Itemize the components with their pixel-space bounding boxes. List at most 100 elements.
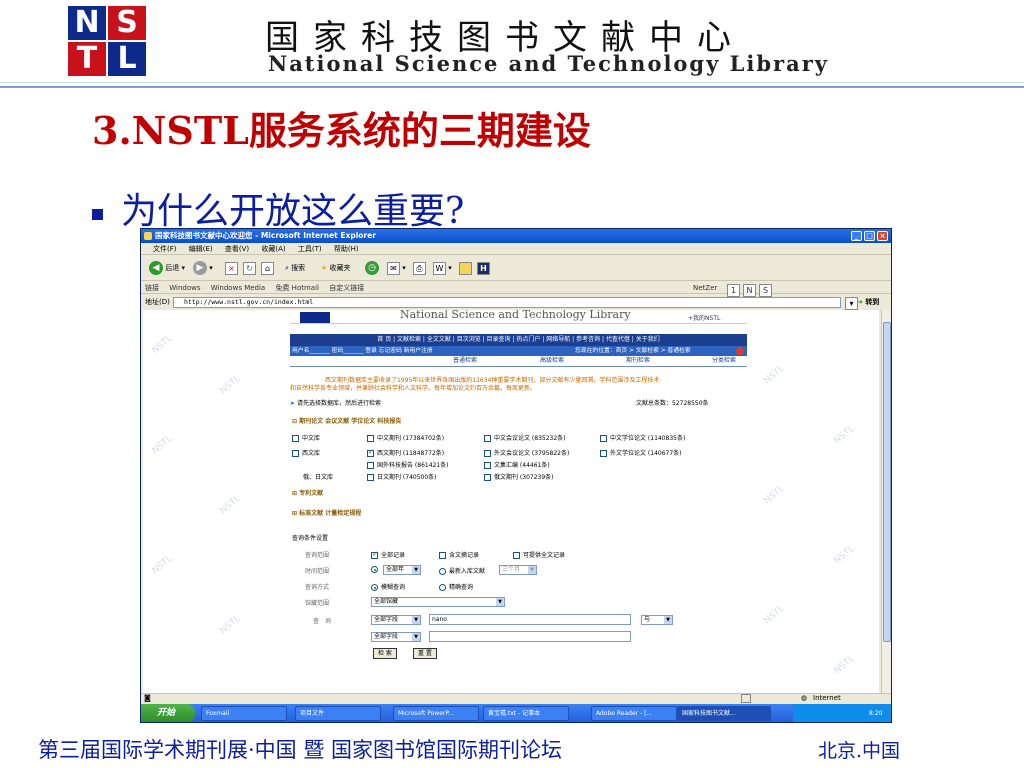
messenger-button[interactable] bbox=[459, 261, 472, 276]
task-notepad[interactable]: 黄宝禧.txt - 记事本 bbox=[483, 706, 569, 721]
home-button[interactable]: ⌂ bbox=[261, 261, 274, 276]
radio-selected[interactable] bbox=[371, 584, 378, 591]
scope-abstract[interactable]: 含文摘记录 bbox=[439, 550, 479, 559]
scope-all[interactable]: 全部记录 bbox=[371, 550, 405, 559]
tab-basic-search[interactable]: 普通检索 bbox=[453, 356, 477, 366]
radio[interactable] bbox=[439, 584, 446, 591]
db-proceedings[interactable]: 文集汇编 (44461条) bbox=[484, 460, 550, 469]
link-windows[interactable]: Windows bbox=[169, 284, 200, 292]
tab-category-search[interactable]: 分类检索 bbox=[712, 356, 736, 366]
time-all-radio[interactable] bbox=[371, 566, 381, 573]
checkbox[interactable] bbox=[484, 462, 491, 469]
patent-group[interactable]: ⊞ 专利文献 bbox=[292, 488, 323, 497]
help-icon[interactable] bbox=[736, 347, 744, 355]
db-chinese-journal[interactable]: 中文期刊 (17384702条) bbox=[367, 433, 444, 442]
holding-select[interactable]: 全部馆藏 ▼ bbox=[371, 597, 505, 607]
checkbox-checked[interactable] bbox=[371, 550, 378, 559]
site-nav[interactable]: 首 页 | 文献检索 | 全文文献 | 目次浏览 | 目录查询 | 热点门户 |… bbox=[290, 334, 747, 346]
print-button[interactable]: ⎙ bbox=[413, 261, 426, 276]
reset-button[interactable]: 重 置 bbox=[413, 648, 437, 659]
db-foreign-conference[interactable]: 外文会议论文 (3795822条) bbox=[484, 448, 569, 457]
go-button[interactable]: ➜ 转到 bbox=[857, 296, 879, 308]
history-button[interactable]: ◷ bbox=[365, 261, 379, 276]
checkbox[interactable] bbox=[600, 450, 607, 457]
db-chinese-conference[interactable]: 中文会议论文 (835232条) bbox=[484, 433, 566, 442]
watermark: NSTL bbox=[218, 373, 243, 397]
refresh-button[interactable]: ↻ bbox=[243, 261, 256, 276]
db-foreign-thesis[interactable]: 外文学位论文 (140677条) bbox=[600, 448, 682, 457]
link-windows-media[interactable]: Windows Media bbox=[211, 284, 266, 292]
standard-group[interactable]: ⊞ 标准文献 计量检定规程 bbox=[292, 508, 361, 517]
checkbox[interactable] bbox=[367, 474, 374, 481]
logic-select[interactable]: 与 ▼ bbox=[641, 615, 673, 625]
scroll-thumb[interactable] bbox=[883, 322, 891, 642]
scope-fulltext[interactable]: 可提供全文记录 bbox=[513, 550, 565, 559]
checkbox[interactable] bbox=[600, 435, 607, 442]
login-fields[interactable]: 用户名_______ 密码_______ 登录 忘记密码 新用户注册 bbox=[292, 348, 433, 354]
menu-edit[interactable]: 编辑(E) bbox=[189, 245, 213, 253]
menu-tools[interactable]: 工具(T) bbox=[298, 245, 322, 253]
menu-view[interactable]: 查看(V) bbox=[225, 245, 249, 253]
minimize-icon[interactable]: _ bbox=[851, 231, 862, 241]
menu-help[interactable]: 帮助(H) bbox=[334, 245, 359, 253]
stop-button[interactable]: × bbox=[225, 261, 238, 276]
task-project-files[interactable]: 项目文件 bbox=[295, 706, 381, 721]
task-adobe-reader[interactable]: Adobe Reader - [... bbox=[591, 706, 677, 721]
menu-file[interactable]: 文件(F) bbox=[153, 245, 177, 253]
tab-journal-search[interactable]: 期刊检索 bbox=[626, 356, 650, 366]
my-nstl-link[interactable]: +我的NSTL bbox=[688, 313, 720, 322]
search-term-input-2[interactable] bbox=[429, 631, 631, 642]
back-button[interactable]: ◀ 后退 ▾ bbox=[149, 261, 185, 276]
checkbox[interactable] bbox=[513, 552, 520, 559]
db-japanese-journal[interactable]: 日文期刊 (740500条) bbox=[367, 472, 437, 481]
checkbox[interactable] bbox=[484, 474, 491, 481]
mode-fuzzy[interactable]: 模糊查询 bbox=[371, 582, 405, 591]
radio[interactable] bbox=[439, 568, 446, 575]
checkbox[interactable] bbox=[484, 435, 491, 442]
radio-selected[interactable] bbox=[371, 566, 378, 573]
tab-advanced-search[interactable]: 高级检索 bbox=[540, 356, 564, 366]
link-custom[interactable]: 自定义链接 bbox=[329, 284, 364, 292]
start-button[interactable]: 开始 bbox=[141, 704, 195, 722]
db-chinese-thesis[interactable]: 中文学位论文 (1140835条) bbox=[600, 433, 685, 442]
time-recent-radio[interactable]: 最新入库文献 bbox=[439, 566, 485, 575]
checkbox[interactable] bbox=[292, 435, 299, 442]
db-row-western-label[interactable]: 西文库 bbox=[292, 448, 320, 457]
checkbox-checked[interactable] bbox=[367, 448, 374, 457]
header-divider bbox=[0, 86, 1024, 88]
field-select-1[interactable]: 全部字段 ▼ bbox=[371, 615, 421, 625]
time-all-select[interactable]: 全部年 ▼ bbox=[383, 565, 421, 575]
checkbox[interactable] bbox=[439, 552, 446, 559]
links-label: 链接 bbox=[145, 284, 159, 292]
db-western-journal[interactable]: 西文期刊 (11848772条) bbox=[367, 448, 444, 457]
favorites-button[interactable]: ★ 收藏夹 bbox=[321, 261, 351, 276]
address-input[interactable]: http://www.nstl.gov.cn/index.html bbox=[173, 297, 841, 308]
address-bar: 地址(D) http://www.nstl.gov.cn/index.html … bbox=[141, 295, 891, 310]
search-term-input-1[interactable]: nano bbox=[429, 614, 631, 625]
checkbox[interactable] bbox=[292, 450, 299, 457]
restore-icon[interactable]: □ bbox=[864, 231, 875, 241]
task-nstl-browser[interactable]: 国家科技图书文献... bbox=[677, 706, 771, 721]
mail-button[interactable]: ✉ ▾ bbox=[387, 261, 406, 276]
checkbox[interactable] bbox=[367, 435, 374, 442]
forward-button[interactable]: ▶ ▾ bbox=[193, 261, 213, 276]
search-button[interactable]: ⌕ 搜索 bbox=[285, 261, 305, 276]
search-button[interactable]: 检 索 bbox=[373, 648, 397, 659]
checkbox[interactable] bbox=[484, 450, 491, 457]
time-recent-select[interactable]: 三个月 ▼ bbox=[499, 565, 537, 575]
db-russian-journal[interactable]: 俄文期刊 (307239条) bbox=[484, 472, 554, 481]
group-title[interactable]: ⊟ 期刊论文 会议文献 学位论文 科技报告 bbox=[292, 416, 401, 425]
link-hotmail[interactable]: 免费 Hotmail bbox=[275, 284, 319, 292]
task-foxmail[interactable]: Foxmail bbox=[201, 706, 287, 721]
mode-exact[interactable]: 精确查询 bbox=[439, 582, 473, 591]
research-button[interactable]: H bbox=[477, 261, 490, 276]
close-icon[interactable]: × bbox=[877, 231, 888, 241]
task-powerpoint[interactable]: Microsoft PowerP... bbox=[393, 706, 479, 721]
db-row-chinese-label[interactable]: 中文库 bbox=[292, 433, 320, 442]
vertical-scrollbar[interactable] bbox=[881, 310, 891, 693]
field-select-2[interactable]: 全部字段 ▼ bbox=[371, 632, 421, 642]
menu-favorites[interactable]: 收藏(A) bbox=[261, 245, 285, 253]
checkbox[interactable] bbox=[367, 462, 374, 469]
edit-button[interactable]: W ▾ bbox=[433, 261, 452, 276]
db-foreign-reports[interactable]: 国外科技报告 (861421条) bbox=[367, 460, 449, 469]
